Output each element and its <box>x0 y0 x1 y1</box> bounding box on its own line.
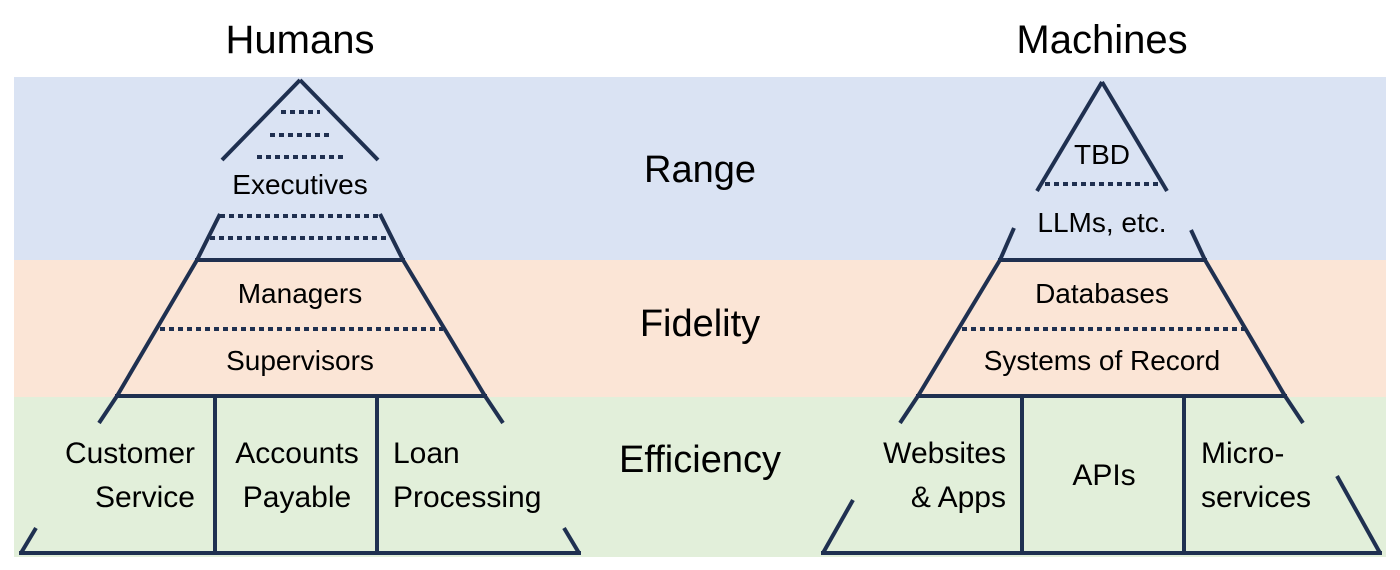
machines-systems-of-record-label: Systems of Record <box>983 345 1221 376</box>
cell-line-2: Service <box>94 480 195 514</box>
band-label-fidelity: Fidelity <box>639 303 761 345</box>
band-label-efficiency: Efficiency <box>619 439 781 481</box>
humans-supervisors-label: Supervisors <box>226 345 374 376</box>
cell-line-1: Accounts <box>235 437 359 470</box>
machines-tbd-label: TBD <box>1074 139 1130 170</box>
machines-cell-websites-apps: Websites & Apps <box>830 432 1006 519</box>
machines-apex-left-edge <box>1035 80 1104 193</box>
humans-executives-label: Executives <box>232 169 368 200</box>
machines-apex-right-edge <box>1100 80 1169 193</box>
machines-databases-label: Databases <box>1035 278 1169 309</box>
machines-cell-apis: APIs <box>1026 454 1182 498</box>
humans-cell-loan-processing: Loan Processing <box>393 432 573 519</box>
cell-line-1: APIs <box>1072 459 1136 492</box>
humans-base-right-lower-edge <box>562 526 581 555</box>
machines-base-left-upper-edge <box>898 394 920 425</box>
band-label-range: Range <box>644 149 756 191</box>
cell-line-2: & Apps <box>910 480 1006 514</box>
humans-apex-right-edge <box>298 78 380 162</box>
humans-cell-customer-service: Customer Service <box>20 432 195 519</box>
humans-base-left-upper-edge <box>97 394 119 425</box>
cell-line-1: Micro- <box>1201 437 1285 470</box>
machines-llms-label: LLMs, etc. <box>1037 207 1167 238</box>
cell-line-2: Processing <box>393 480 542 514</box>
humans-apex-left-edge <box>220 78 302 162</box>
machines-title: Machines <box>1016 18 1188 62</box>
cell-line-1: Websites <box>883 437 1006 470</box>
humans-title: Humans <box>225 18 375 62</box>
humans-base-right-upper-edge <box>483 394 505 425</box>
humans-base-left-lower-edge <box>19 526 38 555</box>
cell-line-2: Payable <box>242 480 352 514</box>
humans-managers-label: Managers <box>237 278 363 309</box>
cell-line-2: services <box>1201 480 1312 514</box>
humans-cell-accounts-payable: Accounts Payable <box>219 432 375 519</box>
cell-line-1: Customer <box>64 437 195 470</box>
humans-exec-left-edge <box>195 213 222 261</box>
machines-base-right-upper-edge <box>1283 394 1305 425</box>
cell-line-1: Loan <box>393 437 460 470</box>
machines-cell-microservices: Micro- services <box>1201 432 1371 519</box>
